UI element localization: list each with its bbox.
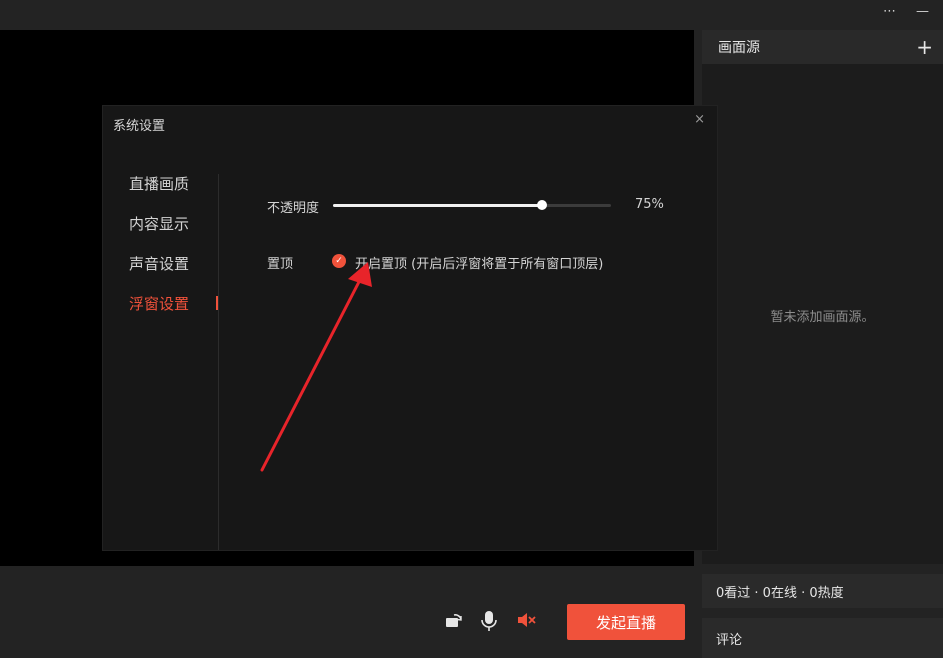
opacity-slider-handle[interactable] <box>536 200 547 210</box>
window-controls: ⋯ — <box>883 4 929 19</box>
dialog-title: 系统设置 <box>113 119 166 134</box>
add-source-icon[interactable]: + <box>916 37 933 57</box>
opacity-value: 75% <box>635 197 664 212</box>
more-icon[interactable]: ⋯ <box>883 4 896 19</box>
nav-divider <box>218 174 219 550</box>
close-icon[interactable]: × <box>694 112 705 127</box>
opacity-label: 不透明度 <box>267 201 320 216</box>
minimize-icon[interactable]: — <box>916 4 929 19</box>
viewer-stats: 0看过 · 0在线 · 0热度 <box>702 574 943 608</box>
title-bar: ⋯ — <box>0 0 943 30</box>
rotate-icon[interactable] <box>444 610 462 630</box>
pin-top-checkbox[interactable]: ✓ <box>332 254 346 268</box>
start-live-button[interactable]: 发起直播 <box>567 604 685 640</box>
microphone-icon[interactable] <box>480 610 498 631</box>
video-source-panel: 画面源 + 暂未添加画面源。 <box>702 30 943 564</box>
opacity-slider-fill <box>333 204 542 207</box>
video-source-header: 画面源 + <box>702 30 943 64</box>
system-settings-dialog: 系统设置 × 直播画质 内容显示 声音设置 浮窗设置 不透明度 75% 置顶 ✓… <box>103 106 717 550</box>
pin-top-label: 置顶 <box>267 257 294 272</box>
nav-item-stream-quality[interactable]: 直播画质 <box>129 174 189 214</box>
nav-item-sound-settings[interactable]: 声音设置 <box>129 254 189 294</box>
pin-top-option-label[interactable]: 开启置顶 (开启后浮窗将置于所有窗口顶层) <box>355 253 603 272</box>
opacity-slider[interactable] <box>333 200 611 210</box>
video-source-title: 画面源 <box>718 40 760 56</box>
speaker-muted-icon[interactable] <box>516 610 536 630</box>
nav-item-content-display[interactable]: 内容显示 <box>129 214 189 254</box>
comments-tab[interactable]: 评论 <box>702 618 943 658</box>
settings-nav: 直播画质 内容显示 声音设置 浮窗设置 <box>129 174 189 334</box>
active-nav-indicator <box>216 296 218 310</box>
nav-item-floating-window[interactable]: 浮窗设置 <box>129 294 189 334</box>
stream-controls <box>444 610 536 631</box>
empty-source-message: 暂未添加画面源。 <box>770 310 875 325</box>
